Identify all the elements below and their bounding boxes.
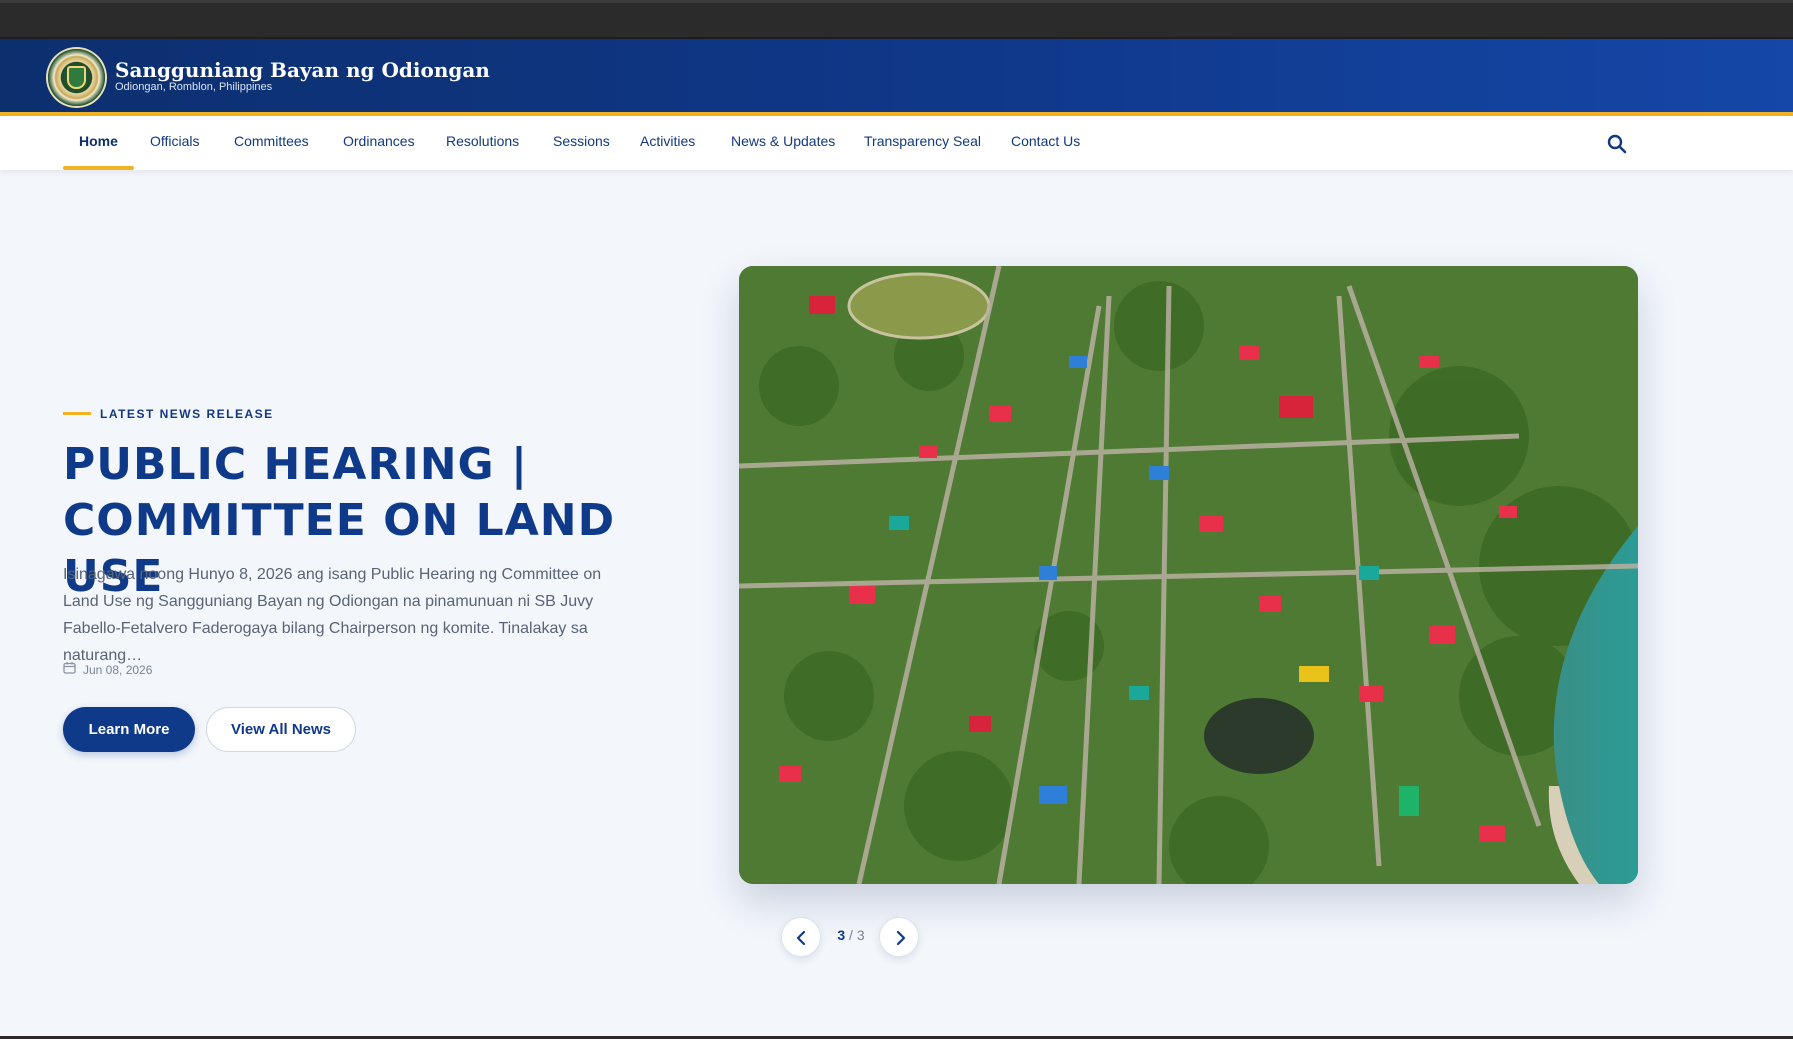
date-text: Jun 08, 2026 xyxy=(83,663,153,677)
active-nav-indicator xyxy=(63,166,134,170)
hero-aerial-photo xyxy=(739,266,1638,884)
aerial-town-illustration xyxy=(739,266,1638,884)
site-title[interactable]: Sangguniang Bayan ng Odiongan xyxy=(115,58,490,82)
hero-eyebrow: LATEST NEWS RELEASE xyxy=(100,407,274,421)
site-subtitle: Odiongan, Romblon, Philippines xyxy=(115,81,273,93)
seal-emblem xyxy=(67,66,86,89)
municipal-seal-logo[interactable] xyxy=(48,49,105,106)
carousel-total: 3 xyxy=(856,927,865,943)
carousel-current: 3 xyxy=(837,927,846,943)
nav-item-news-updates[interactable]: News & Updates xyxy=(731,116,835,170)
carousel-next-button[interactable] xyxy=(879,917,919,957)
main-navigation: Home Officials Committees Ordinances Res… xyxy=(0,116,1793,170)
nav-item-activities[interactable]: Activities xyxy=(640,116,695,170)
nav-item-ordinances[interactable]: Ordinances xyxy=(343,116,415,170)
browser-top-bar xyxy=(0,0,1793,39)
nav-item-committees[interactable]: Committees xyxy=(234,116,309,170)
nav-item-sessions[interactable]: Sessions xyxy=(553,116,610,170)
nav-item-officials[interactable]: Officials xyxy=(150,116,200,170)
nav-item-home[interactable]: Home xyxy=(79,116,118,170)
nav-item-contact-us[interactable]: Contact Us xyxy=(1011,116,1080,170)
nav-item-transparency-seal[interactable]: Transparency Seal xyxy=(864,116,981,170)
nav-item-resolutions[interactable]: Resolutions xyxy=(446,116,519,170)
calendar-icon xyxy=(63,661,76,679)
eyebrow-accent-line xyxy=(63,412,91,415)
site-header: Sangguniang Bayan ng Odiongan Odiongan, … xyxy=(0,39,1793,116)
carousel-separator: / xyxy=(849,927,853,943)
carousel-prev-button[interactable] xyxy=(781,917,821,957)
hero-excerpt: Isinagawa noong Hunyo 8, 2026 ang isang … xyxy=(63,566,602,664)
search-icon[interactable] xyxy=(1606,133,1628,155)
hero-date: Jun 08, 2026 xyxy=(63,661,152,679)
view-all-news-button[interactable]: View All News xyxy=(206,707,356,752)
carousel-counter: 3 / 3 xyxy=(826,927,876,943)
learn-more-button[interactable]: Learn More xyxy=(63,707,195,752)
